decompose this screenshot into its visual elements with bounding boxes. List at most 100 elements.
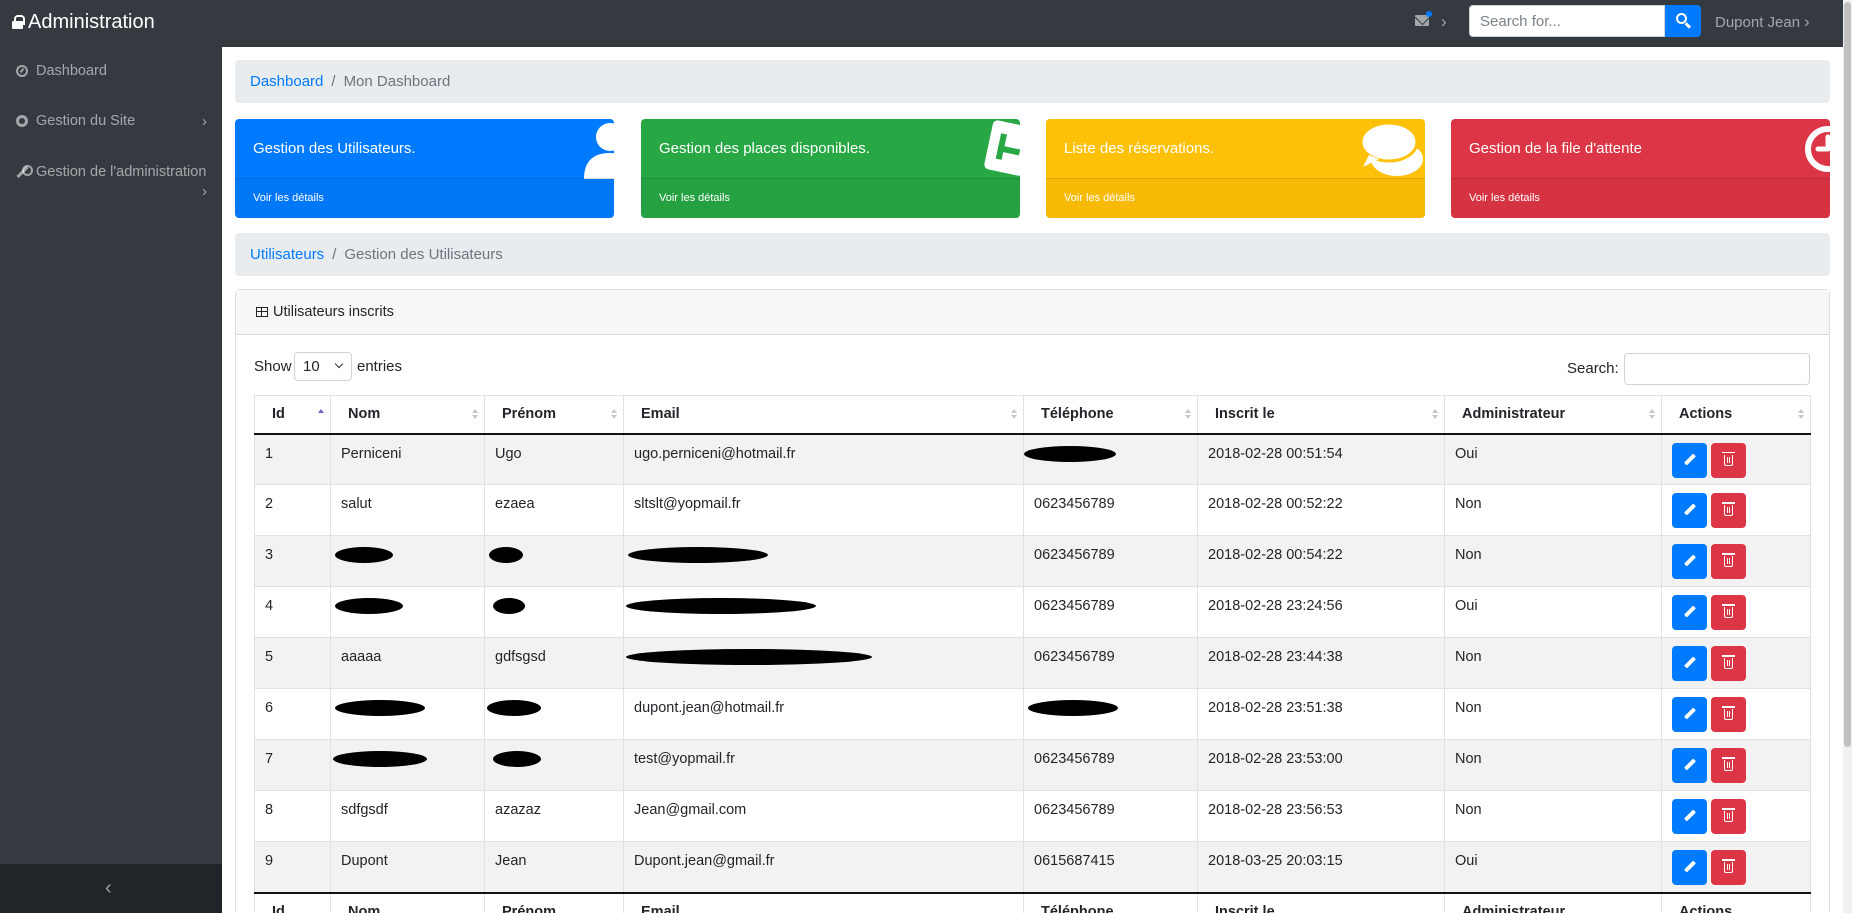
edit-button[interactable] [1672,799,1707,834]
delete-button[interactable] [1711,442,1746,478]
chevron-right-icon[interactable]: › [1804,13,1810,30]
pencil-icon [1683,605,1697,618]
table-cell: Non [1444,637,1662,689]
sidebar-item-dashboard[interactable]: Dashboard [16,63,107,79]
edit-button[interactable] [1672,493,1707,528]
entries-select[interactable]: 10 [294,352,352,381]
column-header-prenom[interactable]: Prénom [484,395,624,435]
redacted-text [489,547,523,564]
delete-button[interactable] [1711,544,1746,579]
table-cell: 2018-02-28 00:54:22 [1197,535,1445,587]
table-row: 5 aaaaa gdfsgsd 0623456789 2018-02-28 23:44… [254,637,1811,689]
edit-button[interactable] [1672,442,1707,478]
trash-icon [1722,655,1735,669]
card-reservations[interactable]: Liste des réservations. Voir les détails [1046,119,1425,218]
sidebar-item-gestion-site[interactable]: Gestion du Site [16,113,135,129]
edit-button[interactable] [1672,697,1707,732]
table-cell: 0623456789 [1023,790,1198,842]
table-cell: Oui [1444,586,1662,638]
pencil-icon [1683,452,1697,466]
card-places[interactable]: Gestion des places disponibles. Voir les… [641,119,1020,218]
table-row: 6 dupont.jean@hotmail.fr 2018-02-28 23:5… [254,688,1811,740]
sidebar-toggle-button[interactable]: ‹ [0,864,222,913]
card-footer-link[interactable]: Voir les détails [1046,178,1425,218]
sort-icon [1185,409,1191,421]
edit-button[interactable] [1672,544,1707,579]
delete-button[interactable] [1711,493,1746,528]
sidebar-item-label: Gestion du Site [36,113,136,129]
brand[interactable]: Administration [12,10,155,34]
notification-dot [1426,11,1432,17]
breadcrumb-link-dashboard[interactable]: Dashboard [250,73,323,90]
chevron-right-icon[interactable]: › [1441,13,1447,30]
redacted-text [335,547,393,564]
user-menu[interactable]: Dupont Jean [1715,14,1800,31]
table-icon [256,307,268,317]
table-cell: 6 [254,688,331,740]
pencil-icon [1683,809,1697,822]
trash-icon [1722,706,1735,720]
table-cell: azazaz [484,790,624,842]
table-cell: dupont.jean@hotmail.fr [623,688,1024,740]
redacted-text [335,598,403,615]
table-cell: 0623456789 [1023,739,1198,791]
table-cell: salut [330,484,485,536]
column-header-nom[interactable]: Nom [330,395,485,435]
table-cell: 2018-02-28 23:53:00 [1197,739,1445,791]
delete-button[interactable] [1711,748,1746,783]
card-footer-link[interactable]: Voir les détails [235,178,614,218]
search-button[interactable] [1665,5,1701,37]
sort-icon [611,409,617,421]
sort-icon [1798,409,1804,421]
card-file-attente[interactable]: Gestion de la file d'attente Voir les dé… [1451,119,1830,218]
pencil-icon [1683,503,1697,516]
sidebar-item-label: Dashboard [36,63,107,79]
table-cell: aaaaa [330,637,485,689]
delete-button[interactable] [1711,646,1746,681]
gear-icon [16,115,28,127]
footer-header-id: Id [254,891,331,913]
edit-button[interactable] [1672,595,1707,630]
card-utilisateurs[interactable]: Gestion des Utilisateurs. Voir les détai… [235,119,614,218]
sidebar-item-gestion-administration[interactable]: Gestion de l'administration [16,164,206,180]
column-header-inscrit[interactable]: Inscrit le [1197,395,1445,435]
column-header-telephone[interactable]: Téléphone [1023,395,1198,435]
table-search-input[interactable] [1624,353,1810,385]
sort-icon [472,409,478,421]
panel-title: Utilisateurs inscrits [273,304,394,320]
card-footer-link[interactable]: Voir les détails [641,178,1020,218]
edit-button[interactable] [1672,646,1707,681]
redacted-text [626,649,872,666]
delete-button[interactable] [1711,595,1746,630]
column-header-actions[interactable]: Actions [1661,395,1811,435]
search-input[interactable] [1469,5,1665,37]
sidebar: Dashboard Gestion du Site › Gestion de l… [0,47,222,913]
table-cell: Non [1444,535,1662,587]
card-footer-link[interactable]: Voir les détails [1451,178,1830,218]
scrollbar-thumb[interactable] [1844,2,1851,747]
column-header-administrateur[interactable]: Administrateur [1444,395,1662,435]
column-header-id[interactable]: Id [254,395,331,435]
pencil-icon [1683,656,1697,669]
table-cell: 0623456789 [1023,535,1198,587]
table-row: 3 0623456789 2018-02-28 00:54:22 Non [254,535,1811,587]
column-header-email[interactable]: Email [623,395,1024,435]
delete-button[interactable] [1711,850,1746,885]
table-cell: Non [1444,688,1662,740]
delete-button[interactable] [1711,799,1746,834]
edit-button[interactable] [1672,850,1707,885]
edit-button[interactable] [1672,748,1707,783]
trash-icon [1722,502,1735,516]
table-cell: test@yopmail.fr [623,739,1024,791]
redacted-text [1024,445,1116,462]
table-cell: sltslt@yopmail.fr [623,484,1024,536]
breadcrumb-link-utilisateurs[interactable]: Utilisateurs [250,246,324,263]
sort-icon [1432,409,1438,421]
delete-button[interactable] [1711,697,1746,732]
footer-header-inscrit: Inscrit le [1197,891,1445,913]
table-cell: 2 [254,484,331,536]
sidebar-item-label: Gestion de l'administration [36,164,207,180]
redacted-text [493,598,525,615]
table-row: 2 salut ezaea sltslt@yopmail.fr 0623456789 2… [254,484,1811,536]
page-scrollbar[interactable] [1843,0,1852,913]
